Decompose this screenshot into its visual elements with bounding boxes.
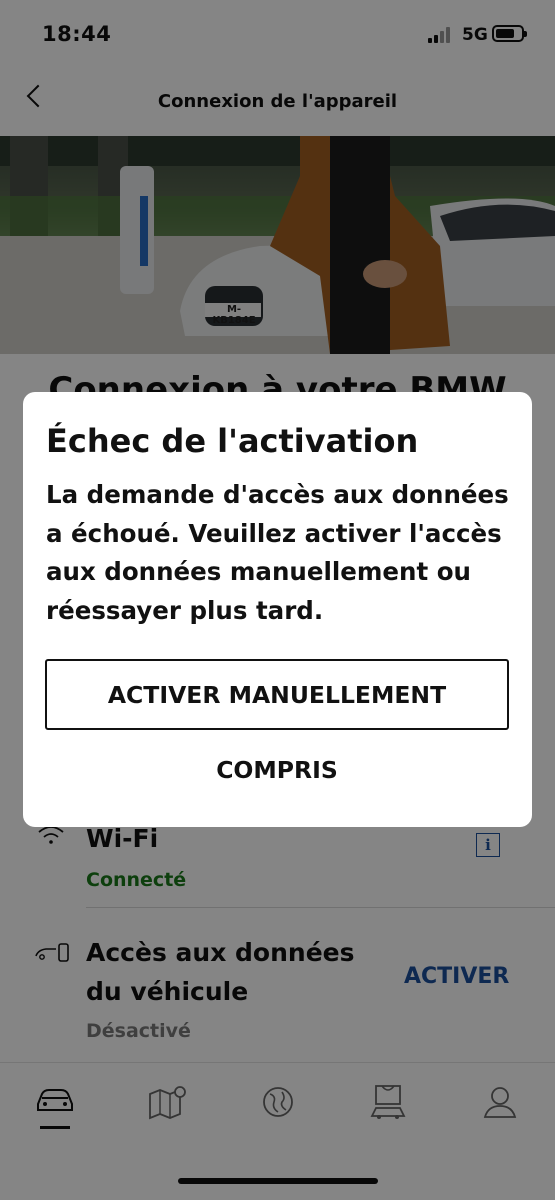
activate-manually-button[interactable]: ACTIVER MANUELLEMENT <box>45 659 509 730</box>
dialog-title: Échec de l'activation <box>46 422 419 460</box>
understood-button[interactable]: COMPRIS <box>45 742 509 798</box>
error-dialog: Échec de l'activation La demande d'accès… <box>23 392 532 827</box>
dialog-message: La demande d'accès aux données a échoué.… <box>46 480 509 625</box>
